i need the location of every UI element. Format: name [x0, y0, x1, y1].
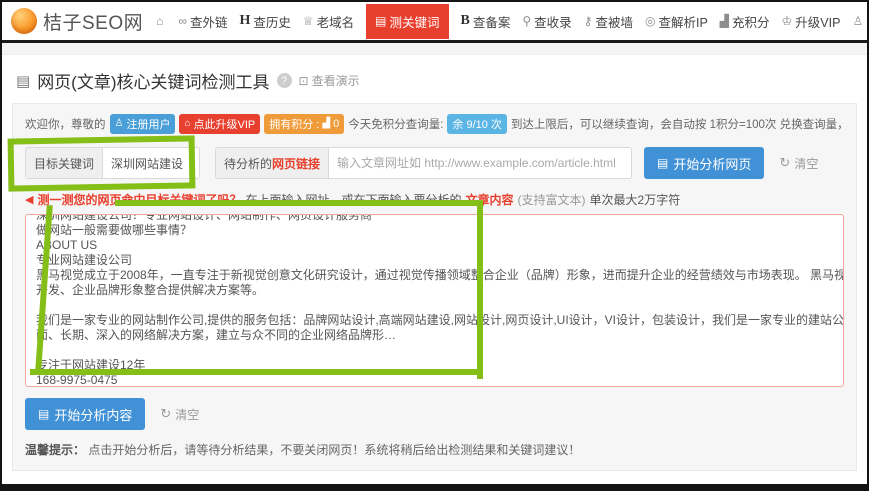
content-line: 面、长期、深入的网络解决方案，建立与众不同的企业网络品牌形… — [36, 328, 833, 343]
browser-page: 桔子SEO网 ⌂ ∞查外链 H查历史 ♕老域名 ▤测关键词 B查备案 ⚲查收录 … — [0, 0, 869, 491]
crown-icon: ♔ — [782, 15, 793, 27]
nav-item-dns-ip[interactable]: ◎查解析IP — [645, 12, 708, 31]
registered-user-badge[interactable]: ♙ 注册用户 — [110, 114, 176, 134]
url-label-highlight: 网页链接 — [272, 155, 320, 172]
url-input-group: 待分析的网页链接 — [215, 147, 632, 179]
nav-item-keyword-check[interactable]: ▤测关键词 — [366, 4, 448, 39]
chart-icon: ▟ — [720, 15, 729, 27]
user-icon: ♙ — [115, 119, 124, 129]
content-line — [36, 343, 833, 358]
nav-label: 升级VIP — [795, 12, 840, 31]
nav-label: 查外链 — [190, 12, 228, 31]
content-line: 168-9975-0475 — [36, 373, 833, 387]
orange-logo-icon — [11, 8, 37, 34]
nav-label: 查被墙 — [595, 12, 633, 31]
nav-item-wall-check[interactable]: ⚷查被墙 — [584, 12, 633, 31]
content-line: 深圳网站建设公司？专业网站设计、网站制作、网页设计服务商 — [36, 214, 833, 223]
nav-label: 免费VIP — [866, 12, 867, 31]
content-line: 专业网站建设公司 — [36, 253, 833, 268]
document-icon: ▤ — [38, 407, 49, 421]
nav-item-free-vip[interactable]: ♙免费VIP — [852, 12, 867, 31]
content-line: 我们是一家专业的网站制作公司,提供的服务包括：品牌网站设计,高端网站建设,网站设… — [36, 313, 833, 328]
page-title-row: ▤ 网页(文章)核心关键词检测工具 ? ⊡ 查看演示 — [2, 55, 867, 103]
points-badge[interactable]: 拥有积分 : ▟ 0 — [264, 114, 344, 134]
welcome-row: 欢迎你，尊敬的 ♙ 注册用户 ⌂ 点此升级VIP 拥有积分 : ▟ 0 今天免积… — [25, 114, 844, 134]
content-editor[interactable]: 深圳网站建设公司？专业网站设计、网站制作、网页设计服务商 做网站一般需要做哪些事… — [25, 214, 844, 387]
search-icon: ⚲ — [522, 15, 531, 27]
document-icon: ▤ — [657, 156, 668, 170]
content-lines: 深圳网站建设公司？专业网站设计、网站制作、网页设计服务商 做网站一般需要做哪些事… — [36, 214, 833, 387]
logo-text: 桔子SEO网 — [43, 8, 143, 35]
tip-text: 点击开始分析后，请等待分析结果，不要关闭网页！系统将稍后给出检测结果和关键词建议… — [88, 443, 580, 457]
shop-icon: ⌂ — [184, 119, 190, 129]
quota-text: 今天免积分查询量: — [348, 116, 443, 132]
main-nav: ⌂ ∞查外链 H查历史 ♕老域名 ▤测关键词 B查备案 ⚲查收录 ⚷查被墙 ◎查… — [156, 4, 867, 39]
nav-item-old-domains[interactable]: ♕老域名 — [303, 12, 354, 31]
content-action-row: ▤ 开始分析内容 ↻ 清空 — [25, 398, 844, 430]
upgrade-vip-badge[interactable]: ⌂ 点此升级VIP — [179, 114, 260, 134]
nav-label: 老域名 — [317, 12, 355, 31]
tip-bold: 温馨提示： — [25, 443, 85, 457]
nav-item-icp-record[interactable]: B查备案 — [461, 12, 511, 31]
quota-note: 到达上限后，可以继续查询，会自动按 1积分=100次 兑换查询量， — [511, 116, 844, 132]
view-demo-link[interactable]: ⊡ 查看演示 — [299, 72, 360, 89]
page-title: 网页(文章)核心关键词检测工具 — [37, 68, 269, 93]
record-icon: B — [461, 14, 470, 28]
analyze-content-button[interactable]: ▤ 开始分析内容 — [25, 398, 145, 430]
nav-label: 查收录 — [534, 12, 572, 31]
nav-item-history[interactable]: H查历史 — [239, 12, 290, 31]
welcome-prefix: 欢迎你，尊敬的 — [25, 116, 106, 132]
speaker-icon: ◀ — [25, 193, 33, 206]
person-icon: ♙ — [852, 15, 863, 27]
hint-suffix: 单次最大2万字符 — [590, 191, 681, 208]
tip-row: 温馨提示： 点击开始分析后，请等待分析结果，不要关闭网页！系统将稍后给出检测结果… — [25, 441, 844, 458]
nav-label: 测关键词 — [389, 12, 439, 31]
nav-label: 查备案 — [473, 12, 511, 31]
refresh-icon: ↻ — [779, 155, 790, 171]
chart-icon: ▟ — [322, 119, 330, 129]
annotation-box-keyword — [8, 135, 196, 191]
content-line — [36, 298, 833, 313]
trophy-icon: ♕ — [303, 15, 314, 27]
points-value: 0 — [333, 118, 339, 130]
header-divider — [2, 43, 867, 55]
article-url-input[interactable] — [329, 148, 631, 178]
nav-label: 查解析IP — [658, 12, 707, 31]
content-line: 黑马视觉成立于2008年，一直专注于新视觉创意文化研究设计，通过视觉传播领域整合… — [36, 268, 833, 283]
url-label: 待分析的网页链接 — [216, 148, 329, 178]
quota-remaining-badge: 余 9/10 次 — [447, 114, 507, 134]
history-icon: H — [239, 14, 250, 28]
lock-icon: ⚷ — [584, 15, 593, 27]
nav-item-home[interactable]: ⌂ — [156, 15, 166, 27]
help-icon[interactable]: ? — [277, 73, 292, 88]
link-icon: ∞ — [178, 15, 187, 27]
nav-label: 充积分 — [732, 12, 770, 31]
top-navbar: 桔子SEO网 ⌂ ∞查外链 H查历史 ♕老域名 ▤测关键词 B查备案 ⚲查收录 … — [2, 2, 867, 43]
home-icon: ⌂ — [156, 15, 163, 27]
hint-note: (支持富文本) — [518, 191, 586, 208]
content-line: ABOUT US — [36, 238, 833, 253]
pin-icon: ◎ — [645, 15, 655, 27]
annotation-box-content-top — [115, 200, 483, 206]
annotation-box-content-right — [477, 201, 483, 379]
nav-item-upgrade-vip[interactable]: ♔升级VIP — [782, 12, 841, 31]
nav-item-backlinks[interactable]: ∞查外链 — [178, 12, 227, 31]
content-line: 开发、企业品牌形象整合提供解决方案等。 — [36, 283, 833, 298]
clear-content-link[interactable]: ↻ 清空 — [160, 406, 199, 423]
site-logo[interactable]: 桔子SEO网 — [11, 8, 143, 35]
content-line: 做网站一般需要做哪些事情？ — [36, 223, 833, 238]
document-icon: ▤ — [375, 15, 386, 27]
page-icon: ▤ — [16, 72, 30, 90]
clear-url-link[interactable]: ↻ 清空 — [779, 155, 818, 172]
nav-label: 查历史 — [253, 12, 291, 31]
demo-icon: ⊡ — [299, 74, 309, 88]
nav-item-index-check[interactable]: ⚲查收录 — [522, 12, 571, 31]
demo-label: 查看演示 — [312, 72, 360, 89]
analyze-url-button[interactable]: ▤ 开始分析网页 — [644, 147, 764, 179]
refresh-icon: ↻ — [160, 406, 171, 422]
nav-item-recharge-points[interactable]: ▟充积分 — [720, 12, 770, 31]
annotation-box-content-bottom — [30, 369, 483, 375]
